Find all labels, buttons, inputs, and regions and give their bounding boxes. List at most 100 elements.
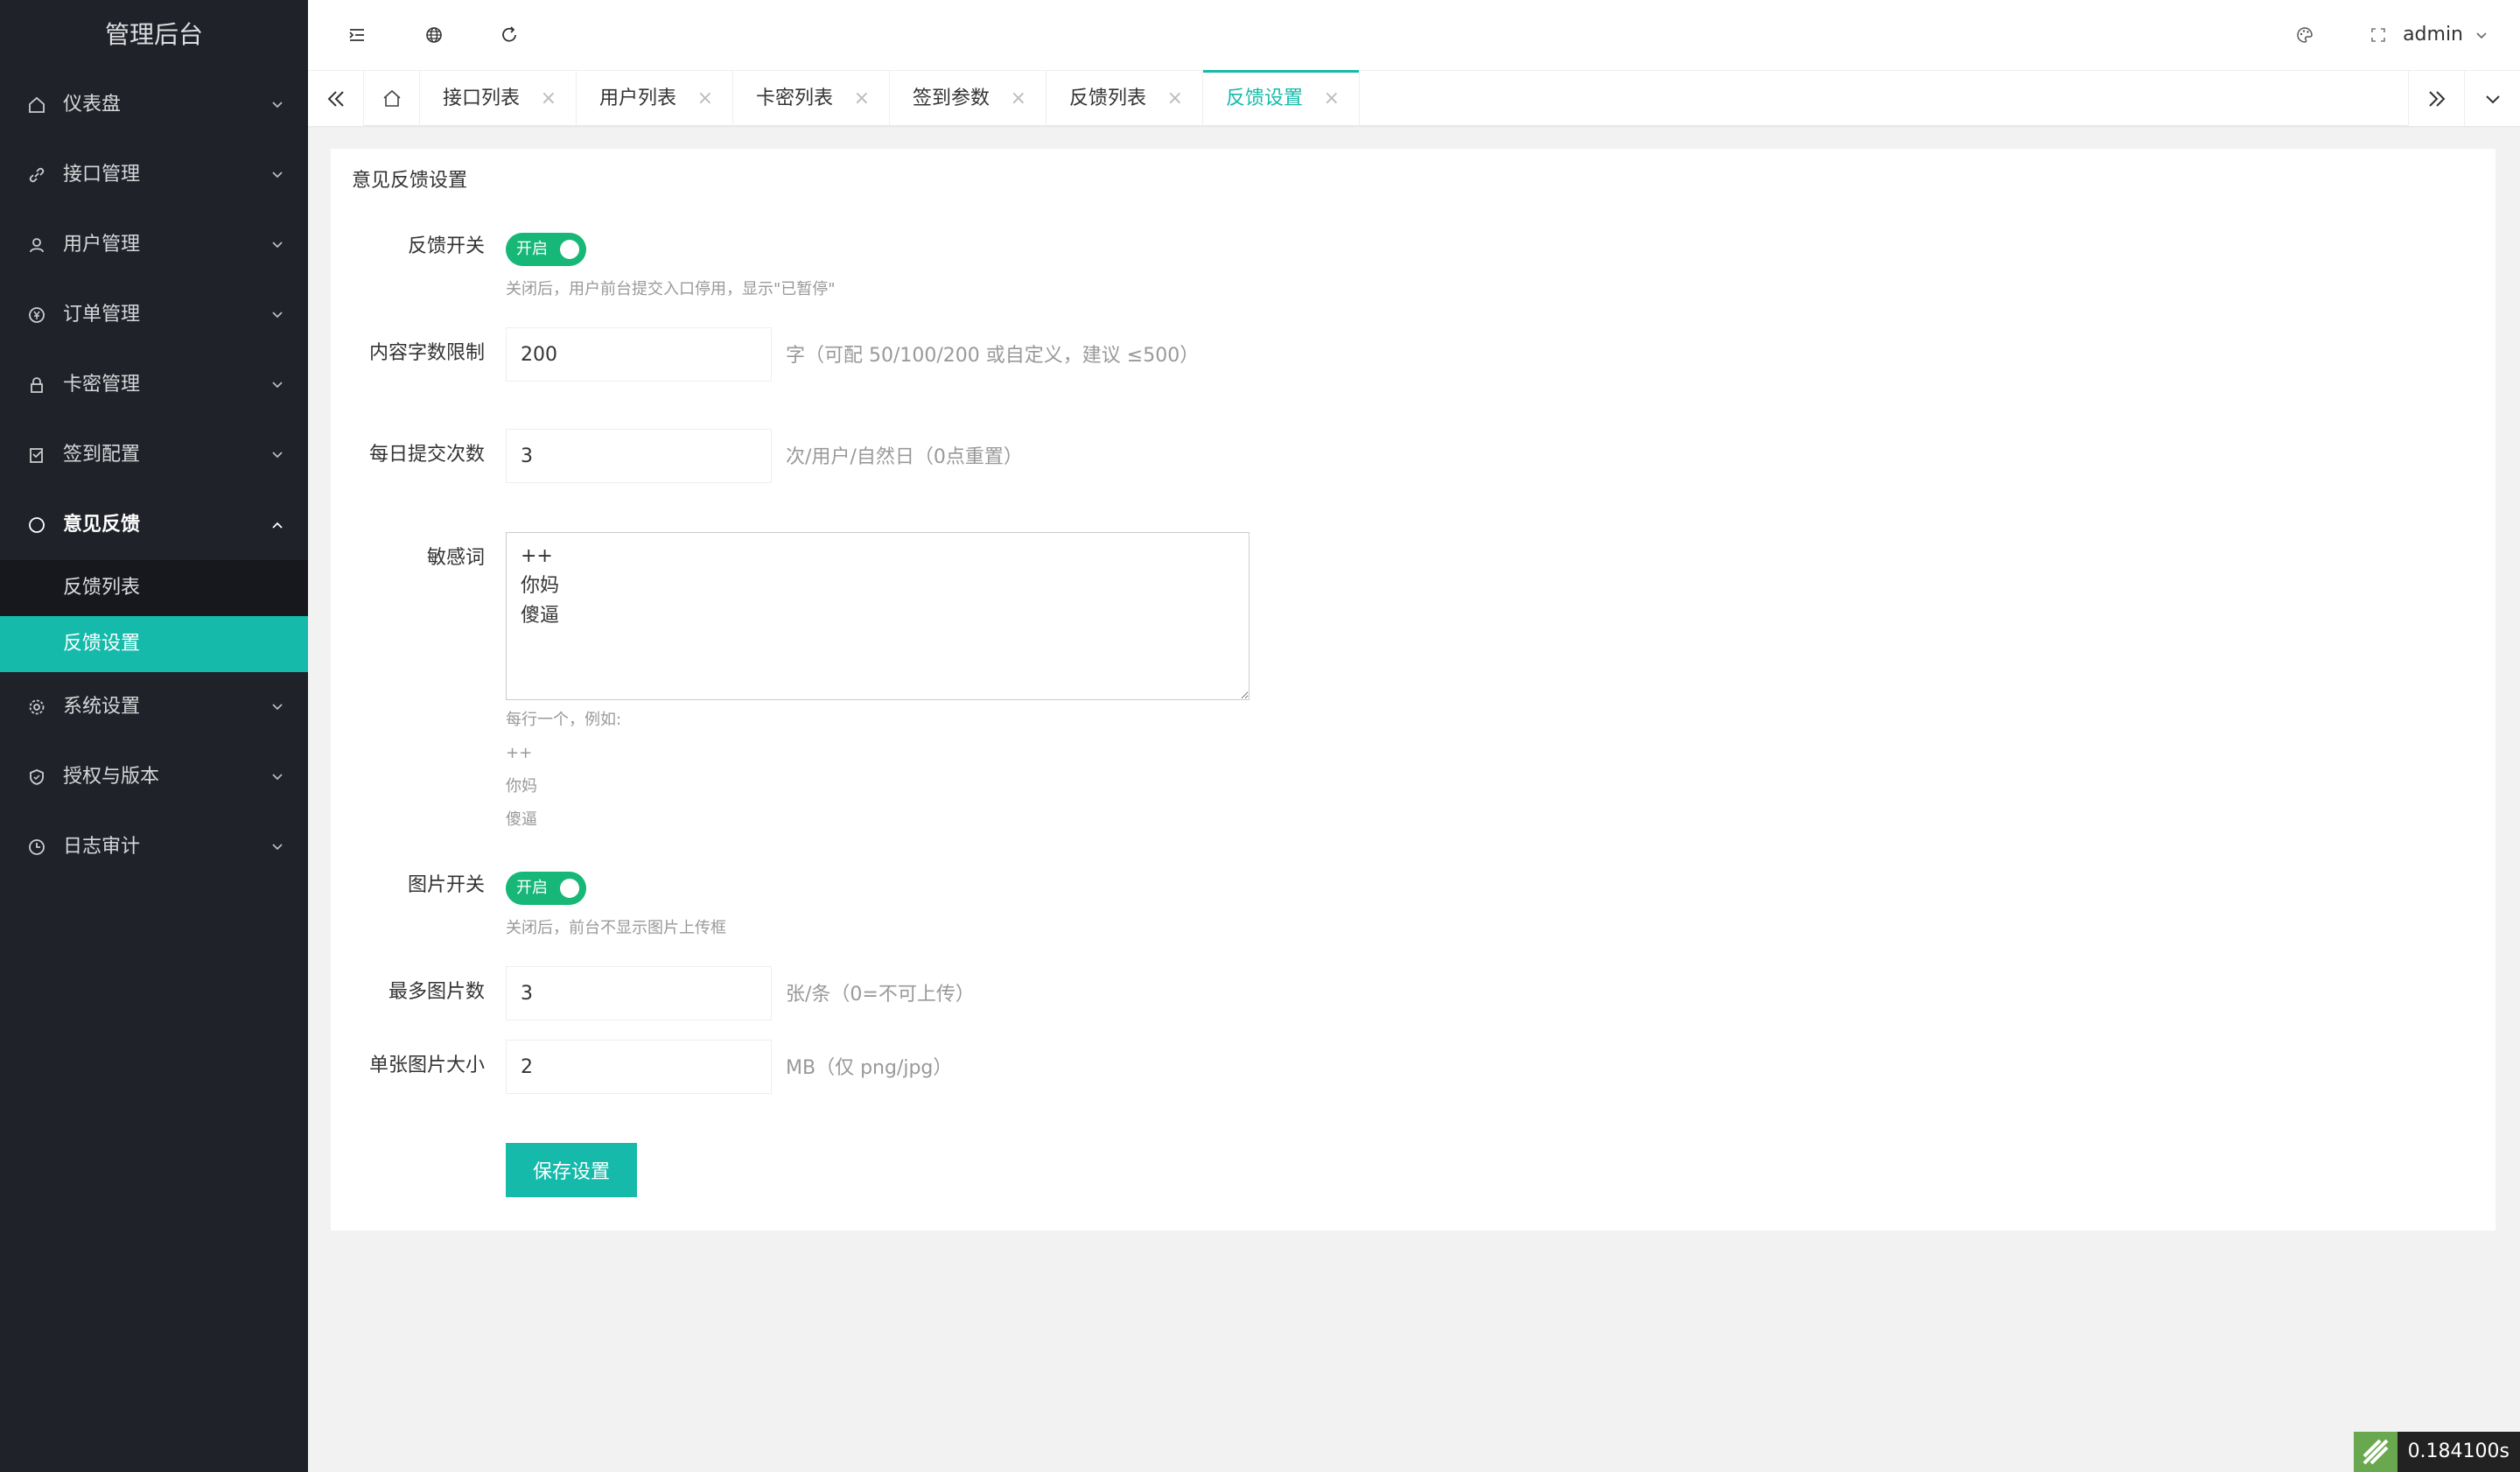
sidebar-item-checkin[interactable]: 签到配置 bbox=[0, 420, 308, 490]
sidebar-item-orders[interactable]: 订单管理 bbox=[0, 280, 308, 350]
toggle-state-text: 开启 bbox=[516, 240, 548, 258]
feedback-submenu: 反馈列表 反馈设置 bbox=[0, 560, 308, 672]
image-switch-label: 图片开关 bbox=[407, 874, 485, 896]
tab-api-list[interactable]: 接口列表 × bbox=[420, 71, 577, 126]
tab-label: 用户列表 bbox=[599, 88, 677, 109]
theme-button[interactable] bbox=[2291, 21, 2319, 49]
timer-value: 0.184100s bbox=[2397, 1432, 2520, 1472]
sidebar-item-license[interactable]: 授权与版本 bbox=[0, 742, 308, 812]
tab-checkin-params[interactable]: 签到参数 × bbox=[890, 71, 1046, 126]
close-icon[interactable]: × bbox=[1011, 71, 1026, 126]
sidebar-item-logs[interactable]: 日志审计 bbox=[0, 812, 308, 882]
globe-icon bbox=[426, 27, 442, 43]
sensitive-words-label: 敏感词 bbox=[426, 547, 485, 569]
tab-card-list[interactable]: 卡密列表 × bbox=[733, 71, 890, 126]
feedback-switch-help: 关闭后，用户前台提交入口停用，显示"已暂停" bbox=[506, 280, 836, 298]
user-menu[interactable]: admin bbox=[2403, 21, 2488, 49]
sidebar-item-users[interactable]: 用户管理 bbox=[0, 210, 308, 280]
refresh-button[interactable] bbox=[495, 21, 523, 49]
tab-label: 接口列表 bbox=[443, 88, 521, 109]
close-icon[interactable]: × bbox=[541, 71, 556, 126]
close-icon[interactable]: × bbox=[1167, 71, 1183, 126]
tab-user-list[interactable]: 用户列表 × bbox=[577, 71, 733, 126]
tab-feedback-list[interactable]: 反馈列表 × bbox=[1046, 71, 1203, 126]
toggle-knob bbox=[560, 240, 579, 259]
website-button[interactable] bbox=[420, 21, 448, 49]
double-chevron-right-icon bbox=[2428, 90, 2445, 107]
top-header: admin bbox=[308, 0, 2520, 70]
sensitive-words-textarea[interactable]: ++ 你妈 傻逼 bbox=[506, 532, 1250, 700]
chevron-down-icon bbox=[272, 102, 283, 109]
chevron-down-icon bbox=[272, 242, 283, 249]
fullscreen-button[interactable] bbox=[2364, 21, 2392, 49]
close-icon[interactable]: × bbox=[854, 71, 870, 126]
tab-label: 签到参数 bbox=[913, 88, 990, 109]
checkin-icon bbox=[30, 448, 43, 463]
link-icon bbox=[29, 167, 45, 183]
tab-label: 卡密列表 bbox=[756, 88, 834, 109]
double-chevron-left-icon bbox=[327, 90, 344, 107]
feedback-switch-toggle[interactable]: 开启 bbox=[506, 233, 586, 266]
sidebar-item-cards[interactable]: 卡密管理 bbox=[0, 350, 308, 420]
chevron-down-icon bbox=[272, 844, 283, 851]
feedback-icon bbox=[29, 517, 45, 533]
image-size-label: 单张图片大小 bbox=[368, 1055, 485, 1076]
max-chars-label: 内容字数限制 bbox=[368, 342, 485, 364]
settings-card: 意见反馈设置 反馈开关 开启 关闭后，用户前台提交入口停用，显示"已暂停" 内容… bbox=[331, 149, 2496, 1230]
sidebar-item-label: 意见反馈 bbox=[63, 514, 141, 536]
sidebar-item-feedback[interactable]: 意见反馈 bbox=[0, 490, 308, 560]
save-settings-button[interactable]: 保存设置 bbox=[506, 1143, 637, 1197]
sensitive-words-example: 你妈 bbox=[506, 777, 537, 796]
shield-icon bbox=[30, 769, 44, 785]
tab-home[interactable] bbox=[364, 71, 420, 126]
feedback-switch-label: 反馈开关 bbox=[407, 235, 485, 257]
tabs-scroll-right-button[interactable] bbox=[2408, 71, 2464, 126]
sidebar-item-label: 日志审计 bbox=[63, 836, 141, 858]
close-icon[interactable]: × bbox=[1324, 71, 1340, 126]
home-icon bbox=[29, 96, 45, 113]
user-icon bbox=[30, 238, 44, 253]
sidebar-item-system[interactable]: 系统设置 bbox=[0, 672, 308, 742]
toggle-knob bbox=[560, 879, 579, 898]
daily-limit-suffix: 次/用户/自然日（0点重置） bbox=[786, 446, 1023, 468]
menu-fold-icon bbox=[349, 29, 364, 41]
sidebar-item-api[interactable]: 接口管理 bbox=[0, 140, 308, 210]
tabs-menu-button[interactable] bbox=[2464, 71, 2520, 126]
fullscreen-icon bbox=[2371, 28, 2385, 42]
chevron-up-icon bbox=[272, 522, 283, 529]
sidebar-item-label: 授权与版本 bbox=[63, 766, 160, 788]
chevron-down-icon bbox=[272, 382, 283, 389]
page-title: 意见反馈设置 bbox=[352, 170, 468, 192]
sidebar-item-label: 订单管理 bbox=[63, 304, 141, 326]
sensitive-words-example: ++ bbox=[506, 744, 533, 762]
gear-icon bbox=[29, 699, 45, 715]
sidebar-item-dashboard[interactable]: 仪表盘 bbox=[0, 70, 308, 140]
max-images-suffix: 张/条（0=不可上传） bbox=[786, 984, 975, 1006]
close-icon[interactable]: × bbox=[697, 71, 713, 126]
toggle-state-text: 开启 bbox=[516, 879, 548, 897]
sensitive-words-example: 傻逼 bbox=[506, 810, 537, 829]
tab-feedback-settings[interactable]: 反馈设置 × bbox=[1203, 70, 1360, 126]
max-images-input[interactable] bbox=[506, 966, 772, 1020]
daily-limit-label: 每日提交次数 bbox=[368, 444, 485, 466]
tab-label: 反馈设置 bbox=[1226, 88, 1304, 109]
max-chars-input[interactable] bbox=[506, 327, 772, 382]
sidebar-subitem-feedback-settings[interactable]: 反馈设置 bbox=[0, 616, 308, 672]
collapse-menu-button[interactable] bbox=[343, 21, 371, 49]
chevron-down-icon bbox=[2476, 32, 2487, 39]
sidebar-item-label: 接口管理 bbox=[63, 164, 141, 186]
tabs-scroll-left-button[interactable] bbox=[308, 71, 364, 126]
image-size-input[interactable] bbox=[506, 1040, 772, 1094]
sidebar-subitem-feedback-list[interactable]: 反馈列表 bbox=[0, 560, 308, 616]
palette-icon bbox=[2297, 27, 2313, 43]
yen-icon bbox=[29, 307, 45, 323]
image-switch-toggle[interactable]: 开启 bbox=[506, 872, 586, 905]
chevron-down-icon bbox=[272, 312, 283, 319]
chevron-down-icon bbox=[272, 704, 283, 711]
chevron-down-icon bbox=[2485, 95, 2500, 103]
image-size-suffix: MB（仅 png/jpg） bbox=[786, 1057, 953, 1079]
home-icon bbox=[382, 89, 401, 107]
daily-limit-input[interactable] bbox=[506, 429, 772, 483]
tab-strip: 接口列表 × 用户列表 × 卡密列表 × 签到参数 × 反馈列表 × 反馈设置 × bbox=[364, 70, 1360, 126]
refresh-icon bbox=[502, 26, 516, 42]
